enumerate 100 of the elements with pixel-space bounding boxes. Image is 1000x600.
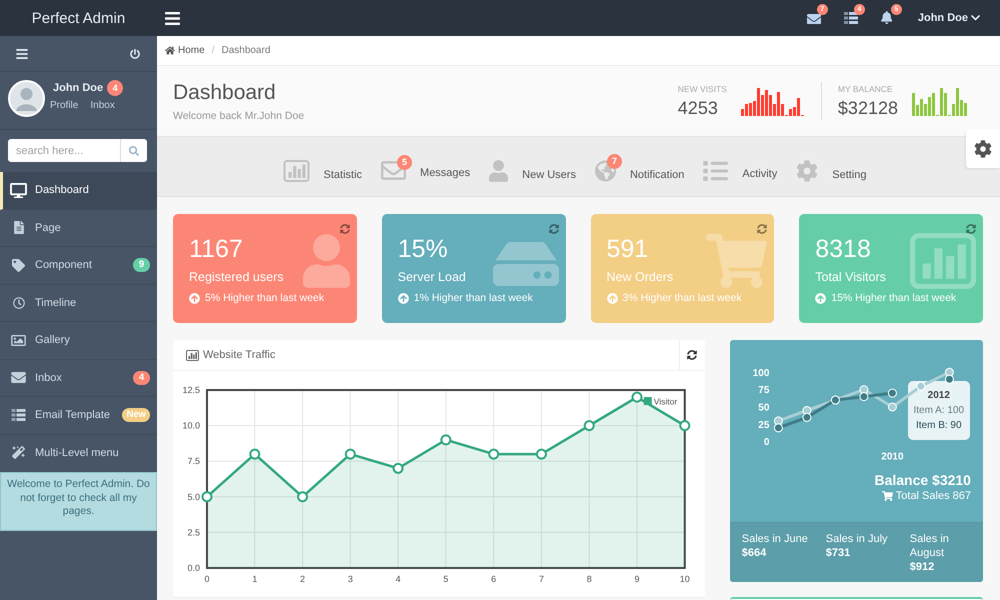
- avatar-icon: [8, 80, 45, 117]
- axis-tick-label: 5: [443, 574, 448, 584]
- breadcrumb-current: Dashboard: [221, 45, 270, 56]
- breadcrumb-link[interactable]: Home: [165, 45, 205, 56]
- shortcut-button[interactable]: New Users: [489, 154, 576, 182]
- list-icon: [703, 160, 728, 180]
- refresh-icon: [548, 224, 558, 234]
- magic-wand-icon: [12, 446, 25, 460]
- legend-label: Visitor: [654, 396, 678, 407]
- data-point: [536, 448, 547, 460]
- user-silhouette-icon: [302, 234, 350, 288]
- axis-tick-label: 0: [204, 574, 210, 584]
- refresh-icon: [687, 350, 698, 360]
- envelope-icon: [806, 14, 821, 24]
- bar-chart-icon: [910, 233, 976, 289]
- chevron-down-icon: [971, 15, 980, 21]
- menu-button[interactable]: [165, 12, 180, 24]
- axis-tick-label: 50: [758, 402, 770, 414]
- stat-value: 591: [606, 235, 648, 263]
- bell-icon: [880, 11, 892, 24]
- hard-drive-icon: [492, 242, 558, 286]
- shopping-cart-icon: [882, 491, 893, 501]
- stacked-bars-icon: [844, 12, 858, 24]
- count-badge: 7: [606, 154, 622, 168]
- axis-tick-label: 0: [764, 437, 770, 448]
- nav-item[interactable]: Component 9: [0, 247, 157, 284]
- trend-text: 15% Higher than last week: [831, 292, 956, 305]
- data-point: [774, 423, 783, 432]
- axis-tick-label: 1: [252, 574, 258, 584]
- data-point: [488, 448, 500, 460]
- breadcrumb-separator: /: [212, 45, 214, 56]
- menu-icon: [16, 48, 28, 58]
- stat-number: 4253: [678, 96, 718, 118]
- trend-text: 1% Higher than last week: [414, 292, 533, 305]
- stat-label: Registered users: [189, 269, 284, 285]
- axis-tick-label: 7: [538, 574, 544, 584]
- data-point: [632, 392, 642, 403]
- stat-value: 15%: [398, 235, 448, 263]
- sales-value: $664: [742, 546, 766, 560]
- menu-button[interactable]: [16, 48, 28, 58]
- data-point: [774, 416, 783, 426]
- axis-tick-label: 25: [758, 420, 770, 431]
- panel-title: Website Traffic: [203, 349, 276, 361]
- user-icon: [489, 160, 508, 182]
- stat-value: 8318: [815, 235, 871, 263]
- nav-item[interactable]: Dashboard: [0, 172, 157, 210]
- data-point: [440, 434, 452, 446]
- shortcut-button[interactable]: Activity: [703, 154, 778, 180]
- user-link[interactable]: Inbox: [90, 100, 115, 112]
- stat-label: Server Load: [398, 269, 466, 285]
- settings-button[interactable]: [966, 129, 1000, 168]
- trend-text: 5% Higher than last week: [205, 292, 324, 305]
- trend-text: 3% Higher than last week: [622, 292, 742, 305]
- user-link[interactable]: Profile: [50, 100, 78, 112]
- data-point: [802, 412, 812, 422]
- axis-tick-label: 4: [396, 574, 401, 584]
- axis-tick-label: 8: [586, 574, 592, 584]
- nav-item[interactable]: Inbox 4: [0, 360, 157, 397]
- refresh-icon: [340, 224, 350, 234]
- axis-tick-label: 7.5: [188, 456, 200, 466]
- data-point: [679, 420, 690, 432]
- shortcut-button[interactable]: 5 Messages: [381, 155, 470, 180]
- sales-value: $912: [910, 560, 934, 574]
- data-point: [249, 448, 260, 460]
- shortcut-button[interactable]: Statistic: [282, 154, 362, 182]
- axis-tick-label: 6: [491, 574, 496, 584]
- welcome-notice: Welcome to Perfect Admin. Do not forget to check all my pages.: [0, 472, 157, 531]
- search-field[interactable]: search here...: [8, 139, 120, 162]
- user-name: John Doe: [53, 82, 104, 94]
- settings-icon: [974, 140, 992, 158]
- stat-caption: MY BALANCE: [838, 84, 893, 94]
- sales-label: Sales in August: [910, 532, 950, 560]
- user-menu-button[interactable]: John Doe: [918, 12, 980, 24]
- shortcut-button[interactable]: Setting: [796, 154, 866, 182]
- bar-chart-icon: [186, 350, 199, 360]
- axis-tick-label: 10.0: [182, 420, 200, 431]
- tag-icon: [12, 258, 25, 272]
- axis-tick-label: 3: [348, 574, 353, 584]
- stat-number: $32128: [838, 96, 898, 118]
- brand-title: Perfect Admin: [32, 10, 126, 26]
- clock-icon: [12, 296, 24, 309]
- count-badge: 9: [133, 258, 150, 272]
- home-icon: [165, 46, 175, 55]
- axis-tick-label: 2: [300, 574, 306, 584]
- bar-chart-icon: [282, 160, 310, 182]
- envelope-icon: [11, 372, 26, 384]
- tooltip-row: Item B: 90: [916, 420, 962, 432]
- settings-icon: [796, 160, 818, 182]
- refresh-icon: [757, 224, 768, 234]
- data-point: [888, 402, 897, 412]
- shortcut-button[interactable]: 7 Notification: [594, 154, 684, 182]
- data-point: [944, 368, 954, 377]
- data-point: [344, 448, 356, 460]
- power-icon: [130, 48, 140, 58]
- nav-item[interactable]: Email Template New: [0, 397, 157, 434]
- tooltip-title: 2012: [928, 390, 950, 402]
- power-button[interactable]: [130, 48, 140, 58]
- count-badge: 4: [107, 80, 124, 96]
- axis-tick-label: 100: [752, 368, 770, 379]
- page-title: Dashboard: [173, 80, 276, 104]
